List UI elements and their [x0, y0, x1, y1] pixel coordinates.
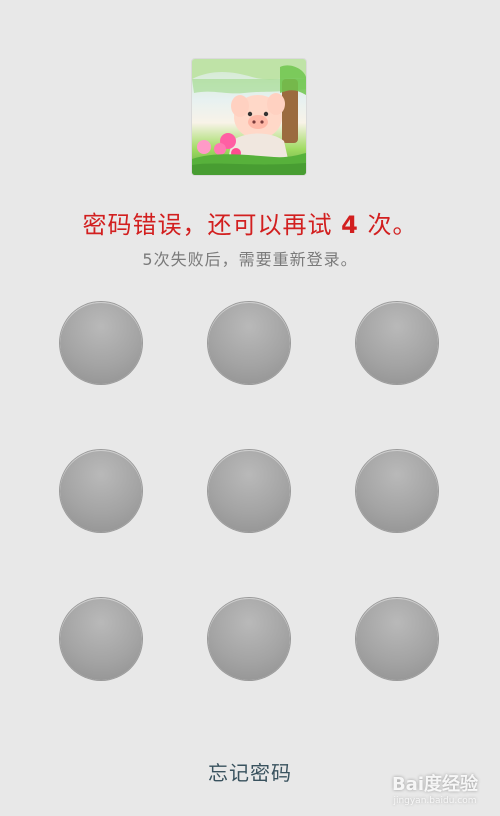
- watermark-text: Bai度经验: [391, 774, 478, 795]
- watermark: Bai度经验 jingyan.baidu.com: [392, 776, 478, 806]
- pattern-dot-8[interactable]: [208, 598, 290, 680]
- watermark-subtext: jingyan.baidu.com: [393, 796, 477, 806]
- pattern-dot-3[interactable]: [356, 302, 438, 384]
- pattern-dot-9[interactable]: [356, 598, 438, 680]
- pattern-dot-7[interactable]: [60, 598, 142, 680]
- pattern-dot-1[interactable]: [60, 302, 142, 384]
- pattern-dot-5[interactable]: [208, 450, 290, 532]
- pattern-dot-4[interactable]: [60, 450, 142, 532]
- pattern-dot-6[interactable]: [356, 450, 438, 532]
- pattern-dot-2[interactable]: [208, 302, 290, 384]
- pattern-lock-grid: [0, 0, 500, 816]
